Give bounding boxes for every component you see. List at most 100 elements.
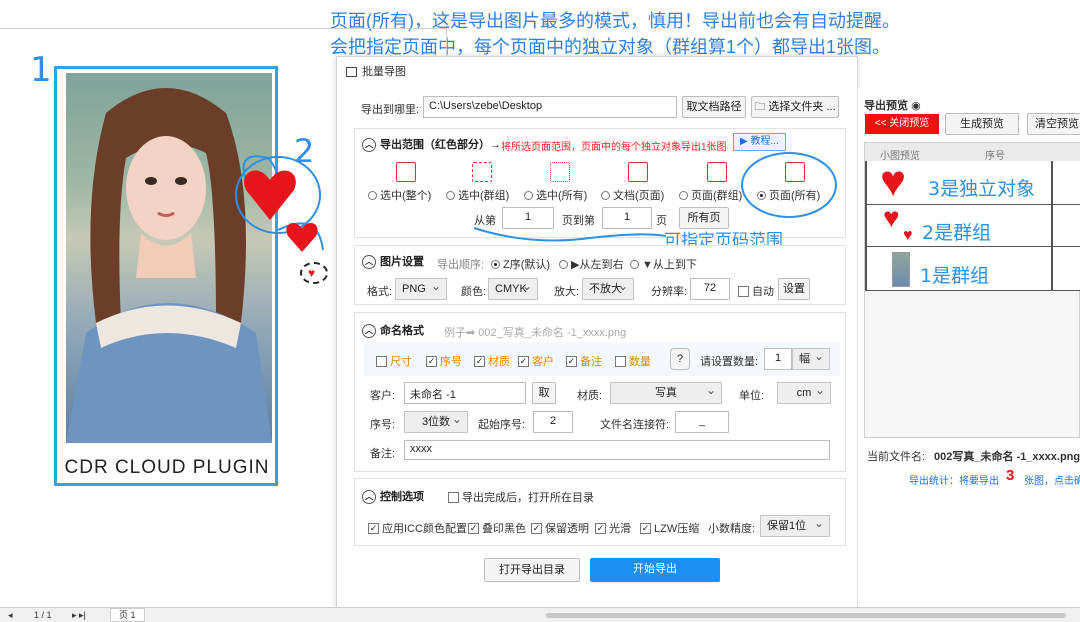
take-client-button[interactable]: 取 [532, 382, 556, 404]
precision-label: 小数精度: [708, 523, 756, 535]
radio-doc-page[interactable]: 文档(页面) [601, 187, 664, 203]
resolution-label: 分辨率: [651, 286, 688, 298]
choose-folder-button[interactable]: 🗀 选择文件夹 ... [751, 96, 839, 118]
color-label: 颜色: [461, 286, 487, 298]
current-file-label: 当前文件名: [867, 451, 926, 463]
opt-icc[interactable]: 应用ICC颜色配置 [368, 520, 467, 536]
small-heart-selection: ♥ [300, 262, 328, 284]
qty-unit-select[interactable]: 幅 [792, 346, 830, 370]
page-counter: 1 / 1 [34, 610, 52, 620]
export-path-input[interactable]: C:\Users\zebe\Desktop [423, 96, 677, 118]
small-heart-icon: ♥ [308, 266, 316, 280]
radio-selected-all[interactable]: 选中(所有) [524, 187, 587, 203]
mode-selected-group-icon [472, 162, 492, 182]
color-select[interactable]: CMYK [488, 276, 538, 300]
checkbox-icon [615, 355, 626, 367]
order-top-bottom[interactable]: ▼从上到下 [630, 256, 697, 272]
range-note: 将所选页面范围，页面中的每个独立对象导出1张图 [501, 142, 727, 153]
opt-smooth[interactable]: 光滑 [595, 520, 631, 536]
heart-thumbnail-icon: ♥ [880, 157, 907, 206]
open-export-dir-button[interactable]: 打开导出目录 [484, 558, 580, 582]
zoom-label: 放大: [554, 286, 580, 298]
check-seq[interactable]: 序号 [426, 353, 462, 369]
export-stat-suffix: 张图，点击确 [1024, 476, 1080, 487]
close-preview-button[interactable]: << 关闭预览 [865, 114, 939, 134]
tutorial-button[interactable]: ▶ 教程... [733, 133, 786, 151]
unit-select[interactable]: cm [777, 380, 831, 404]
preview-title: 导出预览 ◉ [864, 100, 921, 112]
heart-thumbnail-icon: ♥ [883, 202, 900, 233]
radio-page-group[interactable]: 页面(群组) [679, 187, 742, 203]
mode-selected-whole-icon [396, 162, 416, 182]
opt-lzw[interactable]: LZW压缩 [640, 520, 699, 536]
naming-title[interactable]: ︿ 命名格式 [362, 322, 424, 339]
image-settings-title[interactable]: ︿ 图片设置 [362, 253, 424, 270]
mode-selected-all-icon [550, 162, 570, 182]
seq-select[interactable]: 3位数 [404, 409, 468, 433]
format-select[interactable]: PNG [395, 276, 447, 300]
heart-thumbnail-icon: ♥ [903, 227, 913, 244]
checkbox-checked-icon [566, 355, 577, 367]
radio-icon [679, 190, 688, 200]
horizontal-scrollbar[interactable] [546, 613, 1066, 618]
client-input[interactable]: 未命名 -1 [404, 382, 526, 404]
check-note[interactable]: 备注 [566, 353, 602, 369]
checkbox-checked-icon [595, 522, 606, 534]
col-seq-header: 序号 [985, 151, 1005, 162]
take-doc-path-button[interactable]: 取文档路径 [682, 96, 746, 118]
opt-keep-transparent[interactable]: 保留透明 [531, 520, 589, 536]
start-export-button[interactable]: 开始导出 [590, 558, 720, 582]
chevron-up-icon: ︿ [362, 138, 376, 153]
range-title[interactable]: ︿ 导出范围（红色部分）→ [362, 136, 501, 153]
handwritten-preview-3: 3是独立对象 [928, 178, 1036, 200]
client-label: 客户: [370, 390, 396, 402]
control-title[interactable]: ︿ 控制选项 [362, 488, 424, 505]
start-seq-input[interactable]: 2 [533, 411, 573, 433]
material-label: 材质: [577, 390, 603, 402]
open-after-export-checkbox[interactable]: 导出完成后，打开所在目录 [448, 489, 594, 505]
check-qty[interactable]: 数量 [615, 353, 651, 369]
note-input[interactable]: xxxx [404, 440, 830, 460]
opt-overprint-black[interactable]: 叠印黑色 [468, 520, 526, 536]
resolution-input[interactable]: 72 [690, 278, 730, 300]
nav-next-icon[interactable]: ▸ ▸| [72, 610, 86, 621]
order-z[interactable]: Z序(默认) [491, 256, 550, 272]
radio-selected-whole[interactable]: 选中(整个) [368, 187, 431, 203]
checkbox-checked-icon [368, 522, 379, 534]
check-size[interactable]: 尺寸 [376, 353, 412, 369]
radio-icon [446, 190, 455, 200]
brand-text: CDR CLOUD PLUGIN [64, 457, 270, 478]
export-to-label: 导出到哪里: [361, 104, 420, 116]
zoom-select[interactable]: 不放大 [582, 276, 634, 300]
joiner-label: 文件名连接符: [600, 419, 670, 431]
precision-select[interactable]: 保留1位 [760, 513, 830, 537]
current-file-name: 002写真_未命名 -1_xxxx.png [934, 451, 1080, 463]
checkbox-checked-icon [474, 355, 485, 367]
help-button[interactable]: ? [670, 348, 690, 370]
radio-icon [524, 190, 533, 200]
page-tab[interactable]: 页 1 [110, 608, 145, 622]
generate-preview-button[interactable]: 生成预览 [945, 113, 1019, 135]
checkbox-checked-icon [640, 522, 651, 534]
eye-icon: ◉ [911, 100, 921, 112]
checkbox-checked-icon [531, 522, 542, 534]
radio-icon [601, 190, 610, 200]
checkbox-checked-icon [518, 355, 529, 367]
export-stat-count: 3 [1006, 467, 1015, 484]
order-left-right[interactable]: ▶从左到右 [559, 256, 623, 272]
radio-icon [630, 259, 639, 269]
radio-selected-group[interactable]: 选中(群组) [446, 187, 509, 203]
auto-checkbox[interactable]: 自动 [738, 283, 774, 299]
material-select[interactable]: 写真 [610, 380, 722, 404]
check-material[interactable]: 材质 [474, 353, 510, 369]
chevron-up-icon: ︿ [362, 324, 376, 339]
radio-checked-icon [491, 259, 500, 269]
check-client[interactable]: 客户 [518, 353, 554, 369]
folder-icon: 🗀 [754, 101, 766, 113]
clear-preview-button[interactable]: 清空预览 [1027, 113, 1080, 135]
nav-first-icon[interactable]: ◂ [8, 610, 13, 621]
handwritten-number-2: 2 [294, 132, 315, 170]
settings-button[interactable]: 设置 [778, 278, 810, 300]
joiner-input[interactable]: _ [675, 411, 729, 433]
qty-input[interactable]: 1 [764, 348, 792, 370]
